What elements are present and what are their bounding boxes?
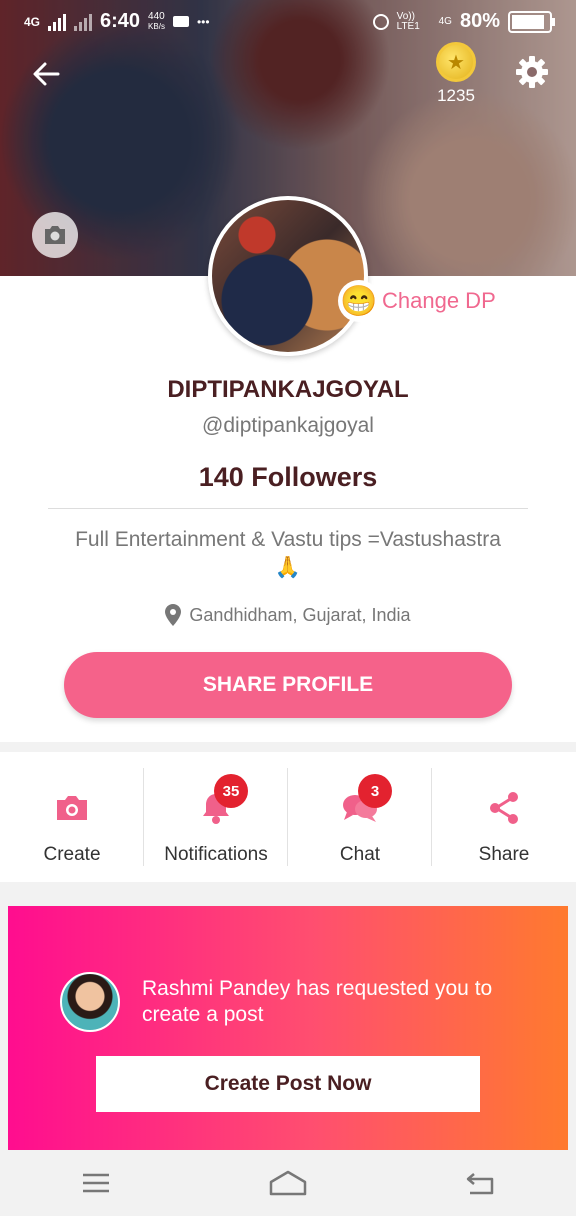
share-label: Share: [478, 844, 530, 865]
more-notifications: •••: [196, 14, 210, 29]
volte-label: Vo)) LTE1: [396, 10, 420, 32]
coin-icon[interactable]: ★: [436, 42, 476, 82]
menu-icon[interactable]: [72, 1165, 120, 1201]
location-text: Gandhidham, Gujarat, India: [189, 604, 411, 625]
change-cover-camera-icon[interactable]: [32, 212, 78, 258]
post-request-banner: Rashmi Pandey has requested you to creat…: [8, 906, 568, 1150]
divider: [48, 508, 528, 509]
notifications-action[interactable]: 35 Notifications: [144, 752, 288, 882]
gear-icon[interactable]: [514, 54, 550, 90]
chat-badge: 3: [358, 774, 392, 808]
folded-hands-emoji: 🙏: [274, 556, 302, 579]
profile-bio: Full Entertainment & Vastu tips =Vastush…: [40, 526, 536, 582]
home-icon[interactable]: [264, 1165, 312, 1201]
post-request-text: Rashmi Pandey has requested you to creat…: [142, 977, 493, 1026]
location: Gandhidham, Gujarat, India: [0, 604, 576, 626]
change-dp-link[interactable]: Change DP: [382, 288, 496, 314]
bell-icon: 35: [196, 774, 248, 828]
battery-icon: [508, 10, 555, 33]
grin-emoji-icon[interactable]: 😁: [338, 280, 380, 322]
create-post-now-button[interactable]: Create Post Now: [96, 1056, 480, 1112]
status-bar: 4G 6:40 440 KB/s ••• Vo)) LTE1 4G 80%: [0, 0, 576, 44]
system-nav-bar: [0, 1150, 576, 1216]
chat-icon: 3: [340, 774, 392, 828]
video-icon: [172, 16, 189, 27]
followers-count[interactable]: 140 Followers: [0, 462, 576, 493]
alarm-icon: [372, 13, 389, 30]
speed-unit: KB/s: [148, 21, 165, 31]
chat-label: Chat: [339, 844, 381, 865]
back-nav-icon[interactable]: [456, 1165, 504, 1201]
notifications-badge: 35: [214, 774, 248, 808]
clock: 6:40: [100, 10, 141, 32]
network-right-label: 4G: [438, 15, 452, 27]
profile-name: DIPTIPANKAJGOYAL: [167, 376, 409, 403]
profile-avatar[interactable]: [208, 196, 368, 356]
share-action[interactable]: Share: [432, 752, 576, 882]
create-action[interactable]: Create: [0, 752, 144, 882]
signal-2-icon: [74, 13, 93, 31]
coin-count: 1235: [437, 86, 475, 105]
notifications-label: Notifications: [164, 844, 268, 865]
requester-avatar[interactable]: [60, 972, 120, 1032]
bio-text: Full Entertainment & Vastu tips =Vastush…: [75, 528, 501, 551]
battery-percent: 80%: [459, 10, 500, 32]
speed-value: 440: [148, 10, 165, 22]
action-bar: Create 35 Notifications 3 Chat Share: [0, 752, 576, 882]
network-label: 4G: [24, 14, 41, 29]
chat-action[interactable]: 3 Chat: [288, 752, 432, 882]
signal-icon: [48, 13, 67, 31]
create-label: Create: [43, 844, 101, 865]
back-arrow-icon[interactable]: [28, 56, 64, 92]
camera-icon: [52, 788, 92, 828]
share-icon: [484, 788, 524, 828]
profile-handle: @diptipankajgoyal: [202, 414, 374, 437]
share-profile-button[interactable]: SHARE PROFILE: [64, 652, 512, 718]
location-pin-icon: [165, 604, 182, 626]
